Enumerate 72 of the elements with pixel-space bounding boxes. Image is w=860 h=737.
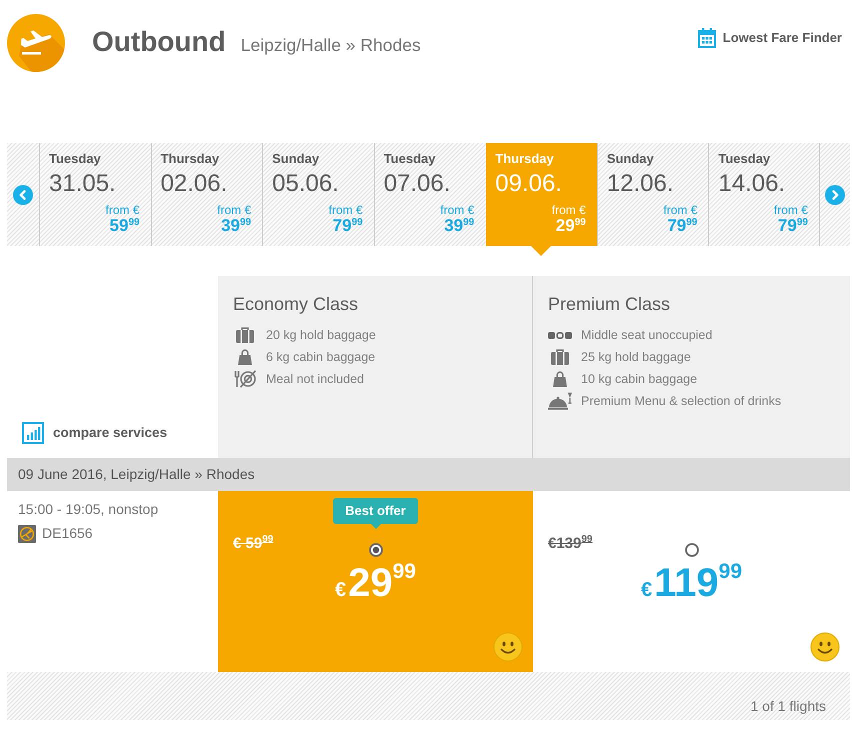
date-text: 14.06. [718,170,786,198]
price-text: 79$^{99}$ [332,217,363,235]
from-price-label: from € [440,203,474,217]
from-price-label: from € [217,203,252,217]
date-text: 31.05. [49,170,116,198]
compare-services-link[interactable]: compare services [22,422,168,444]
price-text: 29$^{99}$ [556,217,586,235]
fare-price-text: €119$^{99}$ [640,563,742,607]
radio-button[interactable] [368,543,382,557]
weekday-text: Tuesday [718,151,770,167]
date-tab[interactable]: Tuesday 14.06. from € 79$^{99}$ [708,143,820,246]
date-tab[interactable]: Sunday 12.06. from € 79$^{99}$ [596,143,708,246]
feature-text: Premium Menu & selection of drinks [581,392,782,410]
feature-text: 20 kg hold baggage [266,326,376,344]
date-text: 07.06. [384,170,450,198]
price-text: 79$^{99}$ [667,217,698,235]
fare-price-text: €29$^{99}$ [335,563,416,607]
date-tab[interactable]: Sunday 05.06. from € 79$^{99}$ [262,143,374,246]
feature-text: 25 kg hold baggage [581,348,691,366]
weekday-text: Thursday [160,151,220,167]
class-title: Premium Class [548,293,670,315]
price-text: 39$^{99}$ [444,217,474,235]
shopping-bag-icon [553,371,567,387]
route-text: Leipzig/Halle » Rhodes [240,34,421,57]
smiley-icon [493,632,523,662]
price-text: 79$^{99}$ [778,217,808,235]
from-price-label: from € [328,203,363,217]
old-price-text: €139$^{99}$ [548,533,592,554]
radio-button[interactable] [684,543,698,557]
crossed-out-meal-icon [234,370,256,388]
date-text: 05.06. [272,170,339,198]
date-tab[interactable]: Thursday 02.06. from € 39$^{99}$ [150,143,262,246]
from-price-label: from € [663,203,698,217]
shopping-bag-icon [238,349,252,365]
suitcase-icon [551,349,569,365]
airline-logo-icon [18,524,36,542]
lowest-fare-finder-link[interactable]: Lowest Fare Finder [698,28,842,48]
from-price-label: from € [774,203,808,217]
feature-text: 10 kg cabin baggage [581,370,698,388]
chevron-right-icon [824,184,845,204]
smiley-icon [810,632,840,662]
price-text: 59$^{99}$ [110,217,140,235]
feature-text: Middle seat unoccupied [581,326,712,344]
date-text: 09.06. [495,170,562,198]
weekday-text: Tuesday [49,151,101,167]
weekday-text: Tuesday [384,151,436,167]
chevron-left-icon [13,184,33,204]
date-text: 02.06. [160,170,228,198]
date-tab[interactable]: Tuesday 31.05. from € 59$^{99}$ [39,143,151,246]
three-seats-icon [548,330,572,340]
suitcase-icon [236,327,254,343]
flight-times-text: 15:00 - 19:05, nonstop [18,500,160,519]
feature-text: 6 kg cabin baggage [266,348,376,366]
price-text: 39$^{99}$ [221,217,252,235]
from-price-label: from € [552,203,586,217]
old-price-text: € 59$^{99}$ [233,533,274,554]
date-text: 12.06. [606,170,674,198]
class-title: Economy Class [233,293,358,315]
cloche-and-glass-icon [548,392,572,410]
weekday-text: Sunday [606,151,654,167]
weekday-text: Thursday [495,151,554,167]
flight-date-heading: 09 June 2016, Leipzig/Halle » Rhodes [18,465,255,484]
weekday-text: Sunday [272,151,320,167]
flight-number-text: DE1656 [42,524,93,543]
from-price-label: from € [106,203,140,217]
plane-takeoff-icon [7,14,65,72]
flight-count-text: 1 of 1 flights [750,697,826,716]
calendar-icon [698,28,716,48]
bar-chart-icon [22,422,44,444]
pointer-triangle-icon [530,246,551,256]
feature-text: Meal not included [266,370,364,388]
page-title: Outbound [92,28,226,56]
